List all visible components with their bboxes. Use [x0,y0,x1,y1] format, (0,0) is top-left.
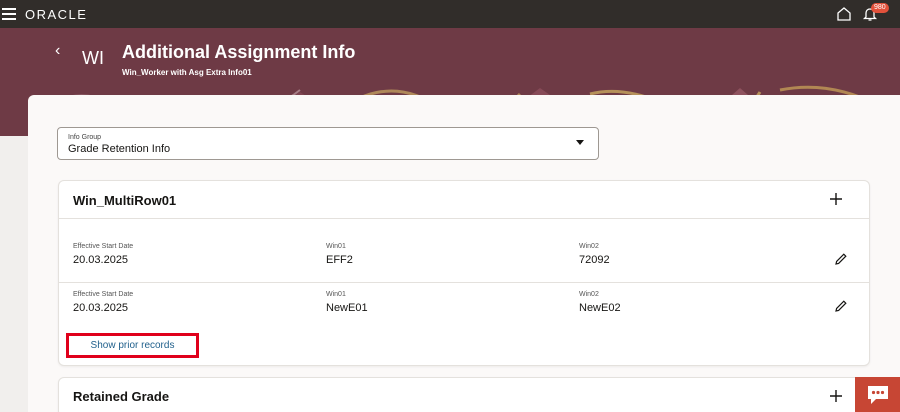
retained-grade-card: Retained Grade [58,377,870,412]
field-label: Win01 [326,243,346,250]
caret-down-icon[interactable] [576,140,584,145]
notification-badge: 980 [871,3,889,13]
info-group-value: Grade Retention Info [68,143,171,155]
divider [59,218,869,219]
plus-icon[interactable] [829,192,843,206]
chat-icon [867,385,888,404]
field-label: Effective Start Date [73,291,134,298]
show-prior-records-link[interactable]: Show prior records [66,333,199,358]
record-row: Effective Start Date 20.03.2025 Win01 Ne… [59,289,869,339]
back-button[interactable]: ‹ [55,42,60,60]
page-title: Additional Assignment Info [122,42,356,62]
pencil-icon[interactable] [834,252,848,266]
avatar-initials: WI [82,48,104,68]
menu-icon[interactable] [2,8,16,20]
page-subtitle: Win_Worker with Asg Extra Info01 [122,68,252,77]
chat-button[interactable] [855,377,900,412]
divider [59,282,869,283]
plus-icon[interactable] [829,389,843,403]
field-value: EFF2 [326,254,353,266]
field-label: Win01 [326,291,346,298]
home-icon[interactable] [836,6,852,22]
oracle-logo: ORACLE [25,7,88,22]
field-value: NewE02 [579,302,621,314]
field-label: Effective Start Date [73,243,134,250]
field-value: 20.03.2025 [73,254,129,266]
pencil-icon[interactable] [834,299,848,313]
show-prior-records-label: Show prior records [90,340,175,351]
field-value: NewE01 [326,302,368,314]
field-label: Win02 [579,291,599,298]
global-header: ORACLE 980 [0,0,900,28]
field-value: 72092 [579,254,610,266]
field-label: Win02 [579,243,599,250]
info-group-label: Info Group [68,134,102,141]
card-title: Win_MultiRow01 [73,193,177,208]
card-title: Retained Grade [73,389,170,404]
field-value: 20.03.2025 [73,302,129,314]
info-group-select[interactable]: Info Group Grade Retention Info [57,127,599,160]
